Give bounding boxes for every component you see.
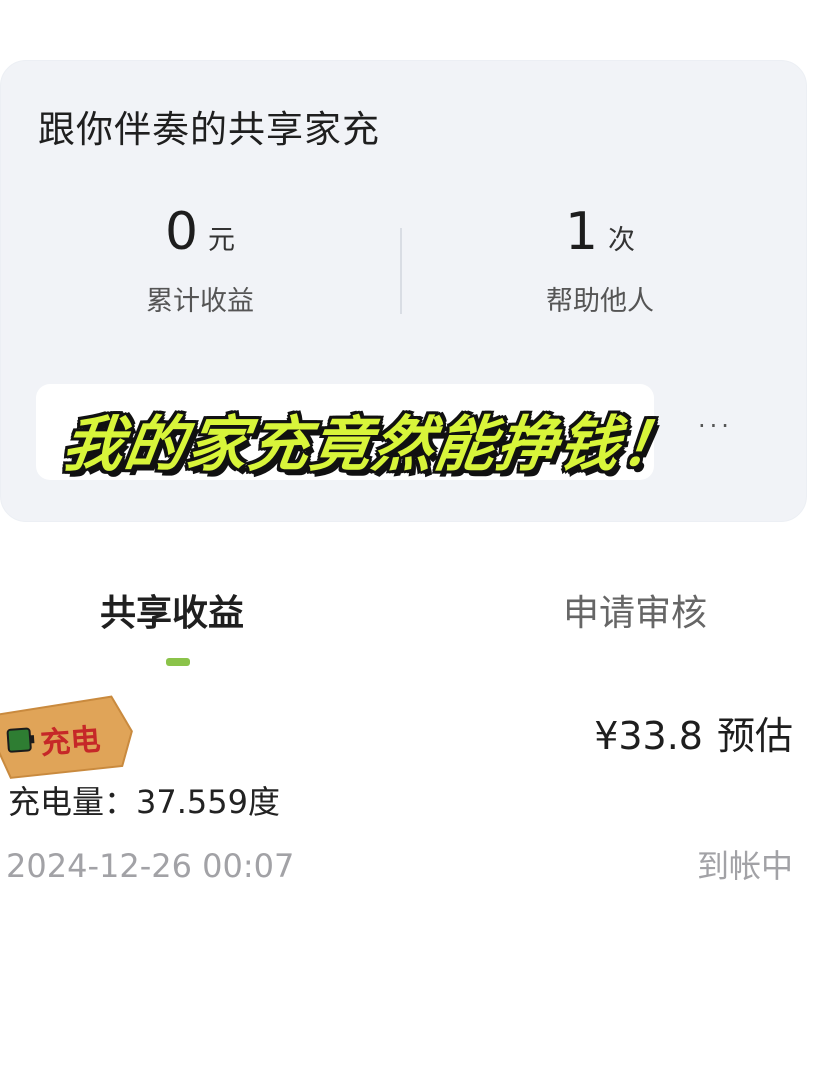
helped-others-label: 帮助他人 [546, 286, 654, 317]
charging-sticker: 充电 [0, 695, 133, 779]
amount-value: ¥33.8 [594, 714, 703, 758]
card-title: 跟你伴奏的共享家充 [38, 108, 380, 151]
total-earnings-unit: 元 [208, 225, 236, 256]
helped-others-value: 1 [564, 202, 599, 262]
settlement-status: 到帐中 [696, 847, 793, 885]
more-options-icon[interactable]: ··· [698, 412, 733, 440]
helped-others-stat: 1次 帮助他人 [400, 196, 800, 320]
sticker-text: 充电 [39, 723, 101, 762]
total-earnings-stat: 0元 累计收益 [0, 196, 400, 320]
estimated-amount: ¥33.8 预估 [594, 712, 793, 760]
charge-amount: 充电量：37.559度 [8, 780, 280, 824]
tab-application-review[interactable]: 申请审核 [563, 590, 707, 638]
amount-suffix: 预估 [716, 714, 793, 758]
total-earnings-value: 0 [164, 202, 199, 262]
active-tab-indicator [166, 658, 190, 666]
charge-amount-value: 37.559度 [136, 783, 280, 821]
charge-amount-label: 充电量： [8, 783, 137, 821]
record-datetime: 2024-12-26 00:07 [6, 847, 295, 885]
battery-icon [6, 727, 32, 753]
total-earnings-label: 累计收益 [146, 286, 254, 317]
overlay-headline: 我的家充竟然能挣钱！ [58, 410, 689, 480]
helped-others-unit: 次 [608, 225, 636, 256]
tab-shared-earnings[interactable]: 共享收益 [100, 590, 244, 638]
